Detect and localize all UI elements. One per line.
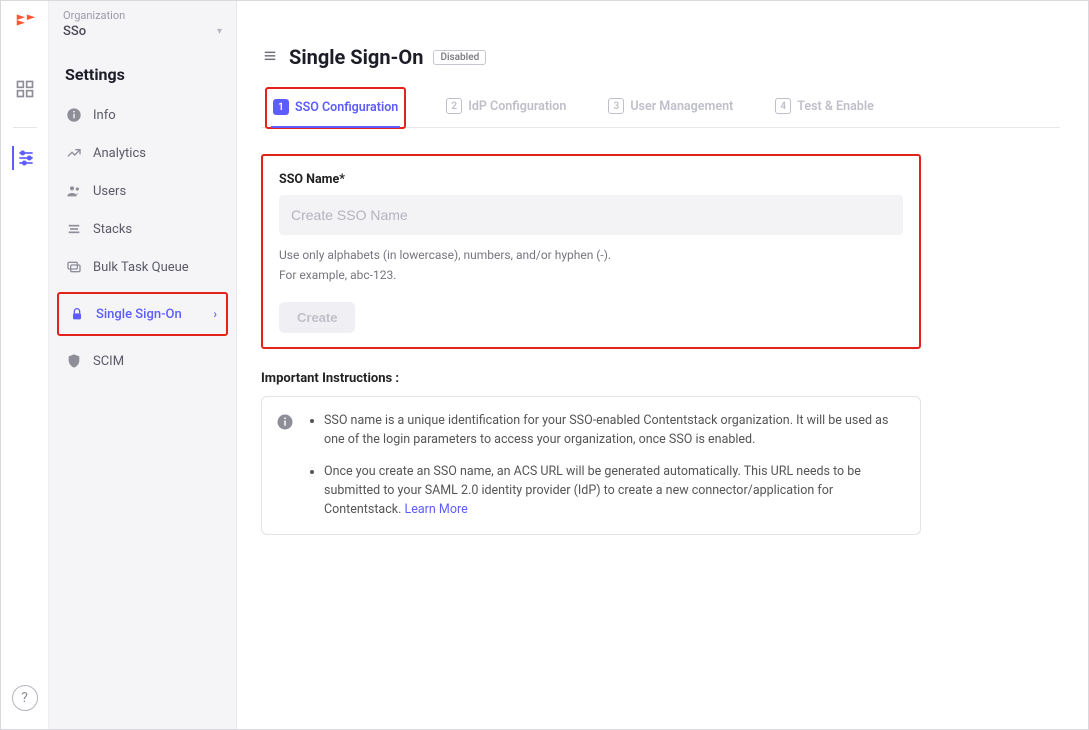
- page-title: Single Sign-On: [289, 45, 423, 69]
- chevron-down-icon: ▾: [217, 26, 222, 37]
- tab-label: Test & Enable: [797, 99, 874, 114]
- sidebar-item-bulk-task-queue[interactable]: Bulk Task Queue: [57, 248, 228, 286]
- instruction-item: Once you create an SSO name, an ACS URL …: [324, 462, 904, 520]
- sidebar-item-info[interactable]: Info: [57, 96, 228, 134]
- org-label: Organization: [63, 9, 222, 22]
- queue-icon: [65, 258, 83, 276]
- sidebar-item-single-sign-on[interactable]: Single Sign-On ›: [60, 295, 225, 333]
- sidebar-item-label: SCIM: [93, 354, 124, 369]
- step-number: 1: [273, 99, 289, 115]
- info-icon: [276, 413, 294, 431]
- sidebar-item-label: Analytics: [93, 146, 146, 161]
- rail-dashboard-icon[interactable]: [13, 77, 37, 101]
- step-number: 4: [775, 98, 791, 114]
- info-icon: [65, 106, 83, 124]
- chevron-right-icon: ›: [213, 307, 217, 321]
- tab-label: User Management: [630, 99, 733, 114]
- settings-sidebar: Organization SSo ▾ Settings Info Analyti…: [49, 1, 237, 729]
- shield-icon: [65, 352, 83, 370]
- menu-icon[interactable]: [261, 50, 279, 64]
- users-icon: [65, 182, 83, 200]
- sso-name-form: SSO Name* Use only alphabets (in lowerca…: [261, 154, 921, 349]
- tab-sso-configuration[interactable]: 1 SSO Configuration: [271, 89, 400, 127]
- sidebar-item-label: Info: [93, 108, 116, 123]
- sidebar-item-analytics[interactable]: Analytics: [57, 134, 228, 172]
- lock-icon: [68, 305, 86, 323]
- sso-name-input[interactable]: [279, 195, 903, 235]
- status-badge: Disabled: [433, 50, 486, 65]
- main-content: Single Sign-On Disabled 1 SSO Configurat…: [237, 1, 1088, 729]
- step-number: 2: [446, 98, 462, 114]
- sso-name-label: SSO Name*: [279, 172, 903, 187]
- rail-settings-icon[interactable]: [12, 146, 36, 170]
- sidebar-item-label: Users: [93, 184, 126, 199]
- org-value: SSo: [63, 24, 86, 39]
- tab-label: SSO Configuration: [295, 100, 398, 115]
- brand-logo: [14, 9, 36, 31]
- step-number: 3: [608, 98, 624, 114]
- rail-divider: [13, 127, 37, 128]
- sidebar-item-label: Single Sign-On: [96, 307, 182, 322]
- tab-label: IdP Configuration: [468, 99, 566, 114]
- tab-user-management[interactable]: 3 User Management: [606, 87, 735, 127]
- sidebar-item-label: Stacks: [93, 222, 132, 237]
- instructions-heading: Important Instructions :: [261, 371, 921, 386]
- analytics-icon: [65, 144, 83, 162]
- sidebar-item-scim[interactable]: SCIM: [57, 342, 228, 380]
- step-tabs: 1 SSO Configuration 2 IdP Configuration …: [261, 87, 1060, 128]
- tab-idp-configuration[interactable]: 2 IdP Configuration: [444, 87, 568, 127]
- sidebar-section-title: Settings: [49, 49, 236, 94]
- instruction-item: SSO name is a unique identification for …: [324, 411, 904, 450]
- org-selector[interactable]: Organization SSo ▾: [49, 1, 236, 49]
- sidebar-item-stacks[interactable]: Stacks: [57, 210, 228, 248]
- help-icon[interactable]: ?: [12, 685, 38, 711]
- tab-test-enable[interactable]: 4 Test & Enable: [773, 87, 876, 127]
- instructions-box: SSO name is a unique identification for …: [261, 396, 921, 535]
- create-button[interactable]: Create: [279, 302, 355, 333]
- stacks-icon: [65, 220, 83, 238]
- nav-rail: ?: [1, 1, 49, 729]
- sidebar-item-users[interactable]: Users: [57, 172, 228, 210]
- learn-more-link[interactable]: Learn More: [405, 502, 468, 517]
- sidebar-item-label: Bulk Task Queue: [93, 260, 189, 275]
- sso-name-hint: Use only alphabets (in lowercase), numbe…: [279, 245, 903, 286]
